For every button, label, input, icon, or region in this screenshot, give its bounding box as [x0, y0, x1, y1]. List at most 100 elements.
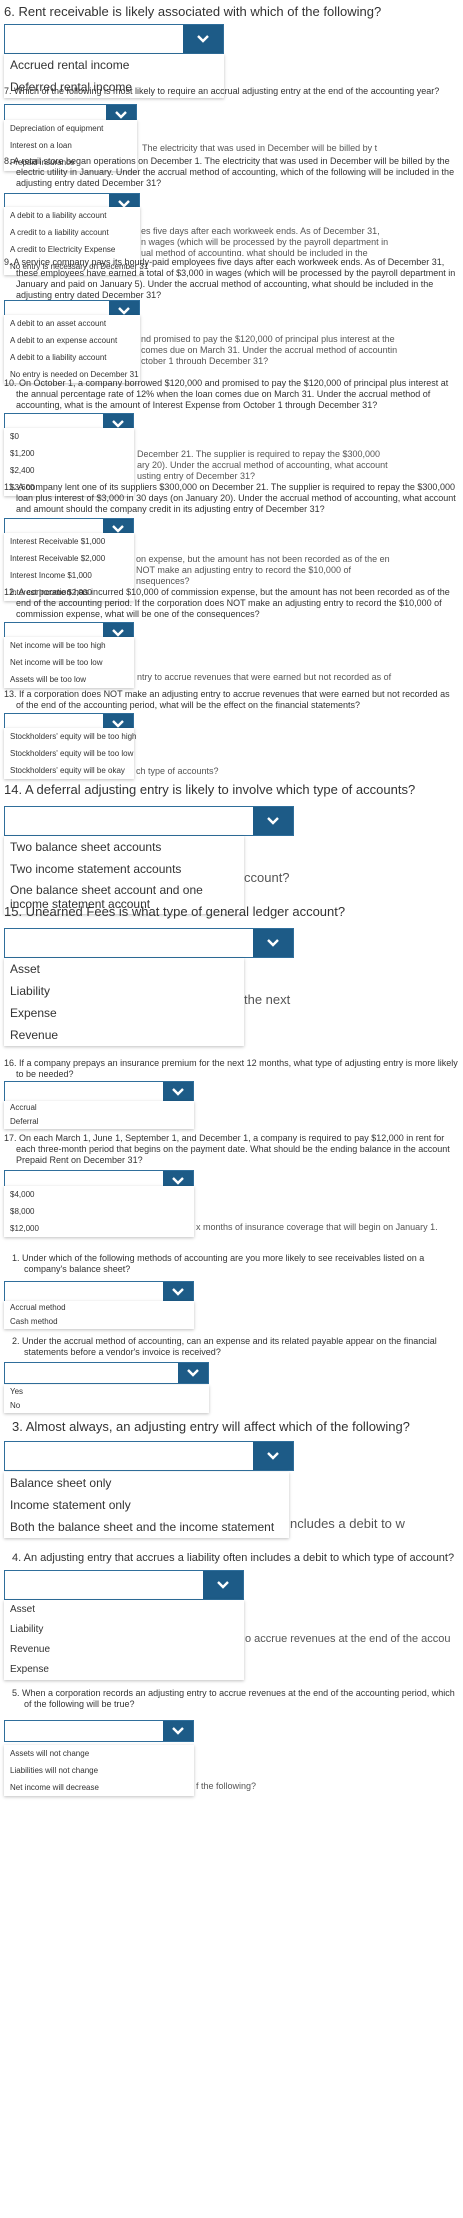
answer-select-s4[interactable] [4, 1570, 244, 1600]
question-10: 10. On October 1, a company borrowed $12… [4, 378, 449, 410]
chevron-down-icon[interactable] [163, 1282, 193, 1302]
options-list-q15: Asset Liability Expense Revenue [4, 958, 244, 1046]
option-q17-2[interactable]: $12,000 [4, 1220, 194, 1237]
options-list-s2: Yes No [4, 1385, 209, 1413]
background-text-s4-1: o accrue revenues at the end of the acco… [245, 1634, 451, 1645]
options-list-s4: Asset Liability Revenue Expense [4, 1600, 244, 1680]
question-16: 16. If a company prepays an insurance pr… [4, 1058, 458, 1079]
option-s3-0[interactable]: Balance sheet only [4, 1472, 289, 1494]
question-7: 7. Which of the following is most likely… [4, 86, 440, 96]
option-s5-2[interactable]: Net income will decrease [4, 1779, 194, 1796]
option-q10-0[interactable]: $0 [4, 428, 134, 445]
option-q10-1[interactable]: $1,200 [4, 445, 134, 462]
option-q16-0[interactable]: Accrual [4, 1101, 194, 1115]
answer-select-q15[interactable] [4, 928, 294, 958]
question-s5: 5. When a corporation records an adjusti… [12, 1688, 455, 1709]
background-text-q9-3: ctober 1 through December 31? [141, 356, 269, 364]
option-q12-2[interactable]: Assets will be too low [4, 671, 134, 688]
option-q13-2[interactable]: Stockholders' equity will be okay [4, 762, 134, 779]
option-q15-2[interactable]: Expense [4, 1002, 244, 1024]
chevron-down-icon[interactable] [163, 1082, 193, 1102]
option-q12-0[interactable]: Net income will be too high [4, 637, 134, 654]
background-text-q13-1: ch type of accounts? [136, 766, 219, 776]
option-s4-1[interactable]: Liability [4, 1620, 244, 1640]
option-q15-0[interactable]: Asset [4, 958, 244, 980]
options-list-q16: Accrual Deferral [4, 1101, 194, 1129]
options-list-s3: Balance sheet only Income statement only… [4, 1472, 289, 1538]
background-text-q8-3: ual method of accounting, what should be… [141, 248, 368, 256]
option-q10-2[interactable]: $2,400 [4, 462, 134, 479]
chevron-down-icon[interactable] [253, 929, 293, 957]
question-s3: 3. Almost always, an adjusting entry wil… [12, 1419, 410, 1434]
answer-select-q16[interactable] [4, 1081, 194, 1103]
option-q11-2[interactable]: Interest Income $1,000 [4, 567, 134, 584]
background-text-q11-3: nsequences? [136, 576, 190, 586]
question-s2: 2. Under the accrual method of accountin… [12, 1336, 437, 1357]
option-q8-0[interactable]: A debit to a liability account [4, 207, 140, 224]
option-q14-1[interactable]: Two income statement accounts [4, 858, 244, 880]
option-q15-1[interactable]: Liability [4, 980, 244, 1002]
answer-select-s2[interactable] [4, 1362, 209, 1384]
question-15: 15. Unearned Fees is what type of genera… [4, 904, 346, 919]
option-q9-0[interactable]: A debit to an asset account [4, 315, 140, 332]
background-text-q15-1: the next [244, 992, 291, 1007]
chevron-down-icon[interactable] [178, 1363, 208, 1383]
option-s4-3[interactable]: Expense [4, 1660, 244, 1680]
option-q13-1[interactable]: Stockholders' equity will be too low [4, 745, 134, 762]
option-q17-0[interactable]: $4,000 [4, 1186, 194, 1203]
background-text-q10-2: ary 20). Under the accrual method of acc… [137, 460, 388, 470]
option-s4-2[interactable]: Revenue [4, 1640, 244, 1660]
background-text-q8-2: n wages (which will be processed by the … [141, 237, 389, 247]
answer-select-q6[interactable] [4, 24, 224, 54]
option-q8-2[interactable]: A credit to Electricity Expense [4, 241, 140, 258]
answer-select-q14[interactable] [4, 806, 294, 836]
option-q6-0[interactable]: Accrued rental income [4, 54, 224, 76]
background-text-q7: The electricity that was used in Decembe… [142, 143, 378, 153]
option-q11-1[interactable]: Interest Receivable $2,000 [4, 550, 134, 567]
option-q16-1[interactable]: Deferral [4, 1115, 194, 1129]
option-q15-3[interactable]: Revenue [4, 1024, 244, 1046]
option-q9-2[interactable]: A debit to a liability account [4, 349, 140, 366]
chevron-down-icon[interactable] [183, 25, 223, 53]
background-text-s3-1: ncludes a debit to w [290, 1516, 405, 1531]
option-s2-0[interactable]: Yes [4, 1385, 209, 1399]
option-q8-1[interactable]: A credit to a liability account [4, 224, 140, 241]
option-q7-1[interactable]: Interest on a loan [4, 137, 137, 154]
question-s4: 4. An adjusting entry that accrues a lia… [12, 1552, 455, 1564]
option-s4-0[interactable]: Asset [4, 1600, 244, 1620]
options-list-q17: $4,000 $8,000 $12,000 [4, 1186, 194, 1237]
option-s5-0[interactable]: Assets will not change [4, 1745, 194, 1762]
option-q13-0[interactable]: Stockholders' equity will be too high [4, 728, 137, 745]
background-text-q17-1: x months of insurance coverage that will… [196, 1222, 438, 1232]
options-list-q14: Two balance sheet accounts Two income st… [4, 836, 244, 914]
option-s1-0[interactable]: Accrual method [4, 1301, 194, 1315]
background-text-q14-1: ccount? [244, 870, 290, 885]
answer-select-s3[interactable] [4, 1441, 294, 1471]
option-q7-0[interactable]: Depreciation of equipment [4, 120, 137, 137]
answer-select-s5[interactable] [4, 1720, 194, 1742]
answer-select-s1[interactable] [4, 1281, 194, 1303]
chevron-down-icon[interactable] [253, 807, 293, 835]
options-list-q12: Net income will be too high Net income w… [4, 637, 134, 688]
background-text-q9-1: nd promised to pay the $120,000 of princ… [141, 334, 395, 344]
option-s1-1[interactable]: Cash method [4, 1315, 194, 1329]
background-text-q12-1: ntry to accrue revenues that were earned… [137, 672, 392, 682]
option-q9-1[interactable]: A debit to an expense account [4, 332, 140, 349]
option-s2-1[interactable]: No [4, 1399, 209, 1413]
question-8: 8. A retail store began operations on De… [4, 156, 455, 188]
question-6: 6. Rent receivable is likely associated … [4, 4, 382, 19]
chevron-down-icon[interactable] [203, 1571, 243, 1599]
question-12: 12. A corporation has incurred $10,000 o… [4, 587, 450, 619]
chevron-down-icon[interactable] [253, 1442, 293, 1470]
chevron-down-icon[interactable] [163, 1721, 193, 1741]
option-q12-1[interactable]: Net income will be too low [4, 654, 134, 671]
option-q14-0[interactable]: Two balance sheet accounts [4, 836, 244, 858]
option-q11-0[interactable]: Interest Receivable $1,000 [4, 533, 134, 550]
options-list-s1: Accrual method Cash method [4, 1301, 194, 1329]
option-q17-1[interactable]: $8,000 [4, 1203, 194, 1220]
option-s5-1[interactable]: Liabilities will not change [4, 1762, 194, 1779]
option-s3-1[interactable]: Income statement only [4, 1494, 289, 1516]
background-text-q8-1: es five days after each workweek ends. A… [141, 226, 380, 236]
option-s3-2[interactable]: Both the balance sheet and the income st… [4, 1516, 289, 1538]
options-list-q13: Stockholders' equity will be too high St… [4, 728, 137, 779]
